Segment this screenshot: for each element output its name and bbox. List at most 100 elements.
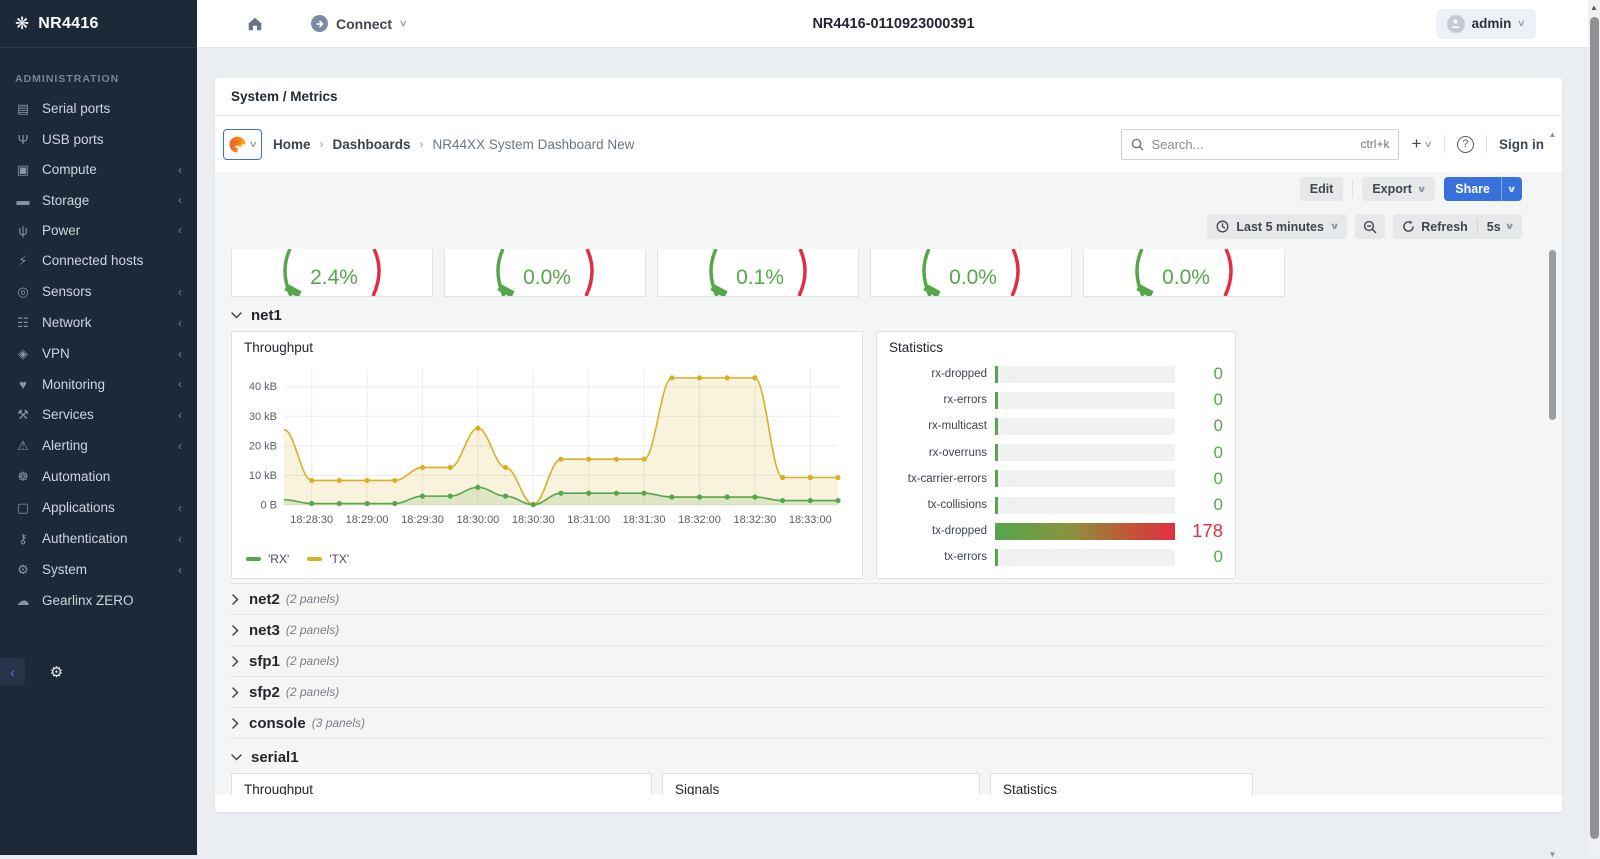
sidebar-item-system[interactable]: ⚙ System ‹ xyxy=(0,554,197,585)
refresh-button[interactable]: Refresh xyxy=(1402,220,1468,234)
refresh-interval-picker[interactable]: 5s ∨ xyxy=(1487,220,1515,234)
sidebar-item-applications[interactable]: ▢ Applications ‹ xyxy=(0,492,197,523)
legend-item--tx-[interactable]: 'TX' xyxy=(307,552,349,566)
serial1-panel-throughput[interactable]: Throughput xyxy=(231,773,652,795)
section-header-sfp2[interactable]: sfp2 (2 panels) xyxy=(231,677,1546,708)
user-menu[interactable]: admin ∨ xyxy=(1435,8,1536,39)
sidebar-item-label: Authentication xyxy=(42,531,128,546)
sidebar-item-network[interactable]: ☷ Network ‹ xyxy=(0,307,197,338)
sidebar-section-label: ADMINISTRATION xyxy=(15,73,120,85)
svg-text:10 kB: 10 kB xyxy=(249,470,277,482)
scroll-up-icon[interactable]: ▲ xyxy=(1548,130,1557,139)
monitor-icon: ▢ xyxy=(16,499,30,515)
stat-bar xyxy=(995,417,1175,435)
sidebar: ❋ NR4416 ADMINISTRATION ▤ Serial ports Ψ US… xyxy=(0,0,197,855)
section-header-net2[interactable]: net2 (2 panels) xyxy=(231,584,1546,615)
sidebar-item-label: VPN xyxy=(42,346,70,361)
sidebar-item-power[interactable]: ψ Power ‹ xyxy=(0,215,197,245)
gauge-chart: 0.0% xyxy=(496,249,594,296)
chevron-down-icon xyxy=(231,753,242,761)
chevron-down-icon: ∨ xyxy=(398,18,408,28)
sidebar-item-sensors[interactable]: ◎ Sensors ‹ xyxy=(0,276,197,307)
search-box[interactable]: ctrl+k xyxy=(1121,128,1400,160)
sidebar-collapse-button[interactable]: ‹ xyxy=(0,658,25,685)
scrollbar-thumb[interactable] xyxy=(1589,17,1599,839)
sidebar-item-automation[interactable]: ☸ Automation xyxy=(0,461,197,492)
sign-in-button[interactable]: Sign in xyxy=(1499,137,1544,152)
section-header-console[interactable]: console (3 panels) xyxy=(231,708,1546,739)
window-scrollbar[interactable]: ▲ xyxy=(1588,0,1600,855)
scrollbar-thumb[interactable] xyxy=(1549,250,1556,420)
collapsed-sections: net2 (2 panels) net3 (2 panels) sfp1 (2 panel… xyxy=(231,583,1546,739)
main-card: System / Metrics ∨ Home › Dashboards › NR44X… xyxy=(215,78,1562,859)
throughput-panel[interactable]: Throughput 0 B 10 kB 20 kB 30 kB 40 kB 18:28:… xyxy=(231,331,863,579)
sidebar-item-alerting[interactable]: ⚠ Alerting ‹ xyxy=(0,430,197,461)
gauge-panel-2[interactable]: 0.0% xyxy=(444,249,646,297)
chevron-right-icon xyxy=(231,717,239,729)
dashboard-actions: Edit Export ∨ Share ∨ xyxy=(215,172,1562,201)
sidebar-item-label: Connected hosts xyxy=(42,253,144,268)
share-button[interactable]: Share ∨ xyxy=(1444,177,1522,201)
chart-legend: 'RX' 'TX' xyxy=(232,550,862,568)
serial1-panel-signals[interactable]: Signals xyxy=(662,773,980,795)
app-logo-text: NR4416 xyxy=(38,14,99,32)
panel-title: Throughput xyxy=(244,782,314,795)
section-header-sfp1[interactable]: sfp1 (2 panels) xyxy=(231,646,1546,677)
legend-swatch xyxy=(246,557,261,561)
section-name: net3 xyxy=(249,621,280,639)
sidebar-item-connected-hosts[interactable]: ⚡ Connected hosts xyxy=(0,245,197,276)
time-range-picker[interactable]: Last 5 minutes ∨ xyxy=(1207,214,1348,239)
dashboard-scrollbar[interactable]: ▲ ▼ xyxy=(1548,130,1557,859)
section-panel-count: (2 panels) xyxy=(285,685,340,699)
stat-row-rx-multicast: rx-multicast 0 xyxy=(889,413,1223,439)
section-name: sfp2 xyxy=(249,683,280,701)
cloud-icon: ☁ xyxy=(16,592,30,608)
scroll-up-icon[interactable]: ▲ xyxy=(1588,3,1600,12)
stat-bar xyxy=(995,391,1175,409)
app-logo[interactable]: ❋ NR4416 xyxy=(0,0,197,48)
chevron-down-icon: ∨ xyxy=(1416,183,1427,194)
home-button[interactable] xyxy=(246,15,264,33)
breadcrumb-item-dashboards[interactable]: Dashboards xyxy=(333,137,411,152)
sidebar-item-storage[interactable]: ▬ Storage ‹ xyxy=(0,185,197,215)
statistics-panel[interactable]: Statistics rx-dropped 0 rx-errors 0 rx-multi… xyxy=(876,331,1236,579)
share-options-button[interactable]: ∨ xyxy=(1501,177,1522,201)
breadcrumb-item-home[interactable]: Home xyxy=(273,137,311,152)
sidebar-item-authentication[interactable]: ⚷ Authentication ‹ xyxy=(0,523,197,554)
gauge-panel-3[interactable]: 0.1% xyxy=(657,249,859,297)
stat-bar xyxy=(995,470,1175,488)
app-logo-icon: ❋ xyxy=(15,13,30,33)
section-header-serial1[interactable]: serial1 xyxy=(231,745,1546,769)
sidebar-item-gearlinx-zero[interactable]: ☁ Gearlinx ZERO xyxy=(0,585,197,616)
sidebar-item-serial-ports[interactable]: ▤ Serial ports xyxy=(0,93,197,124)
gauge-panel-4[interactable]: 0.0% xyxy=(870,249,1072,297)
add-button[interactable]: + ∨ xyxy=(1411,134,1433,154)
legend-item--rx-[interactable]: 'RX' xyxy=(246,552,289,566)
connect-menu[interactable]: Connect ∨ xyxy=(311,15,408,32)
breadcrumb: Home › Dashboards › NR44XX System Dashboard … xyxy=(273,137,634,152)
grafana-menu-button[interactable]: ∨ xyxy=(223,128,262,160)
section-header-net3[interactable]: net3 (2 panels) xyxy=(231,615,1546,646)
sidebar-nav: ▤ Serial ports Ψ USB ports ▣ Compute ‹ ▬ Storage… xyxy=(0,93,197,616)
sidebar-item-monitoring[interactable]: ♥ Monitoring ‹ xyxy=(0,369,197,399)
edit-button[interactable]: Edit xyxy=(1299,177,1344,201)
stat-label: rx-dropped xyxy=(931,368,987,381)
serial1-panel-statistics[interactable]: Statistics xyxy=(990,773,1253,795)
sidebar-item-compute[interactable]: ▣ Compute ‹ xyxy=(0,154,197,185)
storage-icon: ▬ xyxy=(16,192,30,208)
search-input[interactable] xyxy=(1151,136,1354,152)
sidebar-item-vpn[interactable]: ◈ VPN ‹ xyxy=(0,338,197,369)
sidebar-settings-button[interactable]: ⚙ xyxy=(44,658,69,685)
gauge-panel-5[interactable]: 0.0% xyxy=(1083,249,1285,297)
gauge-panel-1[interactable]: 2.4% xyxy=(231,249,433,297)
net1-panels: Throughput 0 B 10 kB 20 kB 30 kB 40 kB 18:28:… xyxy=(231,331,1546,579)
sidebar-item-services[interactable]: ⚒ Services ‹ xyxy=(0,399,197,430)
sidebar-item-usb-ports[interactable]: Ψ USB ports xyxy=(0,124,197,154)
section-header-net1[interactable]: net1 xyxy=(231,303,1546,327)
help-button[interactable]: ? xyxy=(1457,135,1474,153)
stat-value: 0 xyxy=(1213,390,1223,410)
export-button[interactable]: Export ∨ xyxy=(1362,177,1436,201)
sensor-icon: ◎ xyxy=(17,283,29,299)
zoom-out-button[interactable] xyxy=(1355,214,1386,239)
chevron-left-icon: ‹ xyxy=(178,346,182,361)
